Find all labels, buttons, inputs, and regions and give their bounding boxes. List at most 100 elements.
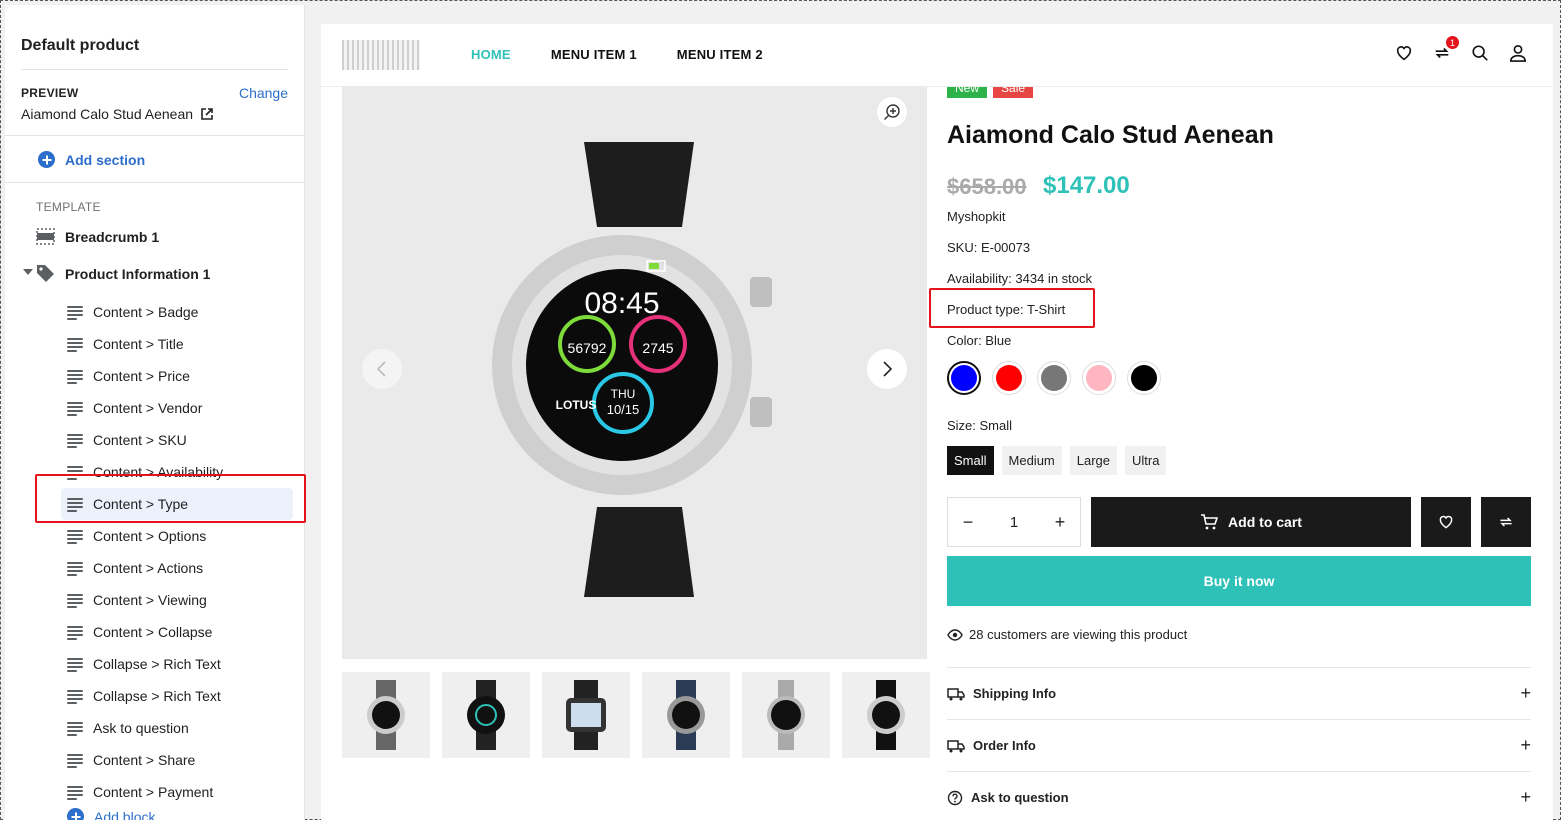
size-option[interactable]: Large	[1069, 446, 1118, 475]
block-item[interactable]: Content > Options	[61, 520, 293, 552]
watch-thumb-image	[367, 680, 405, 750]
color-swatch[interactable]	[1037, 361, 1071, 395]
cart-icon	[1201, 514, 1219, 530]
increase-qty-button[interactable]: +	[1052, 512, 1068, 533]
prev-image-button[interactable]	[362, 349, 402, 389]
text-lines-icon	[67, 305, 83, 320]
heart-icon[interactable]	[1395, 44, 1413, 62]
store-logo[interactable]	[342, 40, 420, 70]
storefront-preview: HOME MENU ITEM 1 MENU ITEM 2 1 08:45 567…	[321, 24, 1553, 820]
block-item[interactable]: Ask to question	[61, 712, 293, 744]
preview-product[interactable]: Aiamond Calo Stud Aenean	[21, 106, 213, 122]
block-item[interactable]: Content > Price	[61, 360, 293, 392]
nav-home[interactable]: HOME	[471, 47, 511, 62]
block-item[interactable]: Collapse > Rich Text	[61, 680, 293, 712]
search-icon[interactable]	[1471, 44, 1489, 62]
watch-brand: LOTUS	[556, 398, 597, 412]
change-preview-link[interactable]: Change	[239, 85, 288, 101]
buy-now-button[interactable]: Buy it now	[947, 556, 1531, 606]
viewing-text: 28 customers are viewing this product	[969, 627, 1188, 642]
block-item-label: Content > Payment	[93, 784, 214, 800]
block-item[interactable]: Content > Collapse	[61, 616, 293, 648]
block-item[interactable]: Collapse > Rich Text	[61, 648, 293, 680]
size-option[interactable]: Ultra	[1125, 446, 1167, 475]
nav-menu-item-1[interactable]: MENU ITEM 1	[551, 47, 637, 62]
decrease-qty-button[interactable]: −	[960, 512, 976, 533]
eye-icon	[947, 628, 963, 641]
watch-calories: 2745	[642, 340, 673, 356]
block-item-label: Content > Title	[93, 336, 184, 352]
plus-icon: +	[1520, 683, 1531, 703]
size-option[interactable]: Medium	[1001, 446, 1062, 475]
block-item-label: Content > Viewing	[93, 592, 207, 608]
block-item[interactable]: Content > Share	[61, 744, 293, 776]
watch-thumb-image	[867, 680, 905, 750]
block-item[interactable]: Content > Vendor	[61, 392, 293, 424]
user-icon[interactable]	[1509, 44, 1527, 62]
collapse-caret-icon[interactable]	[23, 269, 33, 275]
collapse-label: Ask to question	[971, 790, 1069, 805]
quantity-stepper: − 1 +	[947, 497, 1081, 547]
divider	[5, 182, 304, 183]
text-lines-icon	[67, 433, 83, 448]
plus-circle-icon	[38, 151, 55, 168]
price-compare: $658.00	[947, 174, 1027, 199]
block-item[interactable]: Content > Title	[61, 328, 293, 360]
add-section-button[interactable]: Add section	[38, 151, 145, 168]
thumbnail-6[interactable]	[842, 672, 930, 758]
add-block-button[interactable]: Add block	[67, 808, 155, 820]
watch-thumb-image	[566, 680, 606, 750]
add-block-label: Add block	[94, 808, 156, 820]
add-to-cart-label: Add to cart	[1228, 514, 1302, 530]
wishlist-button[interactable]	[1421, 497, 1471, 547]
block-item-label: Content > Actions	[93, 560, 204, 576]
watch-thumb-image	[667, 680, 705, 750]
watch-thumb-image	[767, 680, 805, 750]
zoom-in-icon	[884, 104, 900, 120]
thumbnail-4[interactable]	[642, 672, 730, 758]
color-swatch[interactable]	[947, 361, 981, 395]
product-sku: SKU: E-00073	[947, 240, 1031, 255]
thumbnail-1[interactable]	[342, 672, 430, 758]
block-item-label: Content > Availability	[93, 464, 224, 480]
product-main-image[interactable]: 08:45 56792 2745 THU 10/15 LOTUS	[342, 87, 927, 659]
block-item[interactable]: Content > Availability	[61, 456, 293, 488]
nav-menu-item-2[interactable]: MENU ITEM 2	[677, 47, 763, 62]
block-item[interactable]: Content > Badge	[61, 296, 293, 328]
section-product-information[interactable]: Product Information 1	[36, 264, 210, 283]
text-lines-icon	[67, 497, 83, 512]
thumbnail-2[interactable]	[442, 672, 530, 758]
next-image-button[interactable]	[867, 349, 907, 389]
text-lines-icon	[67, 689, 83, 704]
block-item[interactable]: Content > SKU	[61, 424, 293, 456]
text-lines-icon	[67, 721, 83, 736]
color-swatch[interactable]	[1127, 361, 1161, 395]
tag-icon	[37, 265, 54, 282]
add-to-cart-button[interactable]: Add to cart	[1091, 497, 1411, 547]
chevron-right-icon	[883, 361, 893, 377]
block-item[interactable]: Content > Actions	[61, 552, 293, 584]
compare-product-button[interactable]	[1481, 497, 1531, 547]
collapse-ask-question[interactable]: Ask to question +	[947, 771, 1531, 820]
block-item-label: Collapse > Rich Text	[93, 656, 221, 672]
watch-day: THU	[611, 387, 636, 401]
text-lines-icon	[67, 401, 83, 416]
block-item[interactable]: Content > Payment	[61, 776, 293, 808]
block-item[interactable]: Content > Type	[61, 488, 293, 520]
thumbnail-5[interactable]	[742, 672, 830, 758]
quantity-value[interactable]: 1	[1010, 514, 1018, 531]
divider	[21, 69, 288, 70]
external-link-icon[interactable]	[201, 108, 213, 120]
section-breadcrumb[interactable]: Breadcrumb 1	[36, 228, 159, 245]
collapse-shipping-info[interactable]: Shipping Info +	[947, 667, 1531, 719]
collapse-order-info[interactable]: Order Info +	[947, 719, 1531, 771]
color-swatch[interactable]	[992, 361, 1026, 395]
compare-button[interactable]: 1	[1433, 36, 1459, 62]
zoom-button[interactable]	[877, 97, 907, 127]
size-option[interactable]: Small	[947, 446, 994, 475]
block-item[interactable]: Content > Viewing	[61, 584, 293, 616]
block-item-label: Content > Options	[93, 528, 207, 544]
main-nav: HOME MENU ITEM 1 MENU ITEM 2	[471, 47, 763, 62]
color-swatch[interactable]	[1082, 361, 1116, 395]
thumbnail-3[interactable]	[542, 672, 630, 758]
